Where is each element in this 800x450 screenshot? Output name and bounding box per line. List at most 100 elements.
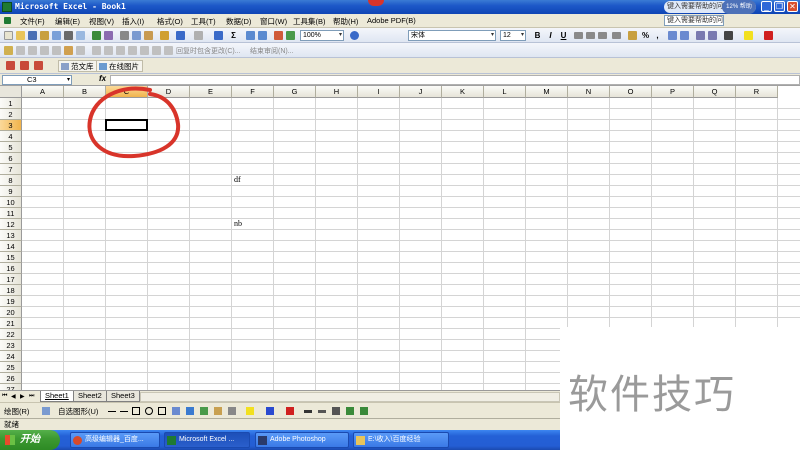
- taskbar-item-excel[interactable]: Microsoft Excel ...: [164, 432, 250, 448]
- paste-icon[interactable]: [144, 31, 153, 40]
- menu-adobe-pdf[interactable]: Adobe PDF(B): [367, 16, 416, 25]
- undo-icon[interactable]: [176, 31, 185, 40]
- menu-file[interactable]: 文件(F): [20, 16, 45, 27]
- menu-tools[interactable]: 工具(T): [191, 16, 216, 27]
- select-objects-icon[interactable]: [42, 407, 50, 415]
- zoom-select[interactable]: 100% ▾: [300, 30, 344, 41]
- reply-with-changes-button[interactable]: 回复时包含更改(C)...: [176, 46, 241, 56]
- bold-button[interactable]: B: [532, 30, 543, 41]
- pdf-email-icon[interactable]: [20, 61, 29, 70]
- merge-center-icon[interactable]: [612, 32, 621, 39]
- online-picture-button[interactable]: 在线图片: [96, 60, 143, 72]
- autosum-icon[interactable]: Σ: [228, 30, 239, 41]
- hyperlink-icon[interactable]: [214, 31, 223, 40]
- horizontal-scrollbar[interactable]: [140, 392, 560, 402]
- start-button[interactable]: 开始: [0, 430, 60, 450]
- taskbar-item-browser[interactable]: 高级编辑器_百度...: [70, 432, 160, 448]
- currency-icon[interactable]: [628, 31, 637, 40]
- name-box[interactable]: C3 ▾: [2, 75, 72, 85]
- line-color-icon[interactable]: [266, 407, 274, 415]
- menu-view[interactable]: 视图(V): [89, 16, 114, 27]
- open-icon[interactable]: [16, 31, 25, 40]
- sort-ascending-icon[interactable]: [246, 31, 255, 40]
- review-icon-8[interactable]: [92, 46, 101, 55]
- restore-button[interactable]: ❐: [774, 1, 785, 12]
- copy-icon[interactable]: [132, 31, 141, 40]
- review-icon-4[interactable]: [40, 46, 49, 55]
- menu-edit[interactable]: 编辑(E): [55, 16, 80, 27]
- comma-button[interactable]: ,: [652, 30, 663, 41]
- review-icon-1[interactable]: [4, 46, 13, 55]
- review-icon-14[interactable]: [164, 46, 173, 55]
- wordart-icon[interactable]: [172, 407, 180, 415]
- help-icon[interactable]: [350, 31, 359, 40]
- minimize-button[interactable]: _: [761, 1, 772, 12]
- fx-icon[interactable]: fx: [99, 74, 106, 83]
- font-select[interactable]: 宋体 ▾: [408, 30, 496, 41]
- diagram-icon[interactable]: [186, 407, 194, 415]
- decrease-indent-icon[interactable]: [696, 31, 705, 40]
- arrow-icon[interactable]: [120, 411, 128, 412]
- font-color-icon[interactable]: [764, 31, 773, 40]
- name-box-dropdown-icon[interactable]: ▾: [67, 76, 70, 84]
- redo-icon[interactable]: [194, 31, 203, 40]
- review-icon-2[interactable]: [16, 46, 25, 55]
- first-sheet-icon[interactable]: ⏮: [2, 393, 7, 400]
- align-right-icon[interactable]: [598, 32, 607, 39]
- increase-decimal-icon[interactable]: [668, 31, 677, 40]
- fill-color-draw-icon[interactable]: [246, 407, 254, 415]
- help-question-input[interactable]: 键入需要帮助的问题: [664, 15, 724, 26]
- font-size-select[interactable]: 12 ▾: [500, 30, 526, 41]
- formula-input[interactable]: [110, 75, 800, 85]
- end-review-button[interactable]: 结束审阅(N)...: [250, 46, 294, 56]
- review-icon-10[interactable]: [116, 46, 125, 55]
- taskbar-item-photoshop[interactable]: Adobe Photoshop: [255, 432, 349, 448]
- rectangle-icon[interactable]: [132, 407, 140, 415]
- increase-indent-icon[interactable]: [708, 31, 717, 40]
- prev-sheet-icon[interactable]: ◀: [11, 393, 16, 400]
- spelling-icon[interactable]: [92, 31, 101, 40]
- chart-wizard-icon[interactable]: [274, 31, 283, 40]
- autoshapes-button[interactable]: 自选图形(U): [58, 406, 98, 417]
- menu-insert[interactable]: 插入(I): [122, 16, 144, 27]
- last-sheet-icon[interactable]: ⏭: [29, 393, 34, 400]
- arrow-style-icon[interactable]: [332, 407, 340, 415]
- review-icon-7[interactable]: [76, 46, 85, 55]
- clipart-icon[interactable]: [200, 407, 208, 415]
- menu-data[interactable]: 数据(D): [226, 16, 251, 27]
- percent-button[interactable]: %: [640, 30, 651, 41]
- dash-style-icon[interactable]: [318, 410, 326, 413]
- line-icon[interactable]: [108, 411, 116, 412]
- draw-menu-button[interactable]: 绘图(R): [4, 406, 29, 417]
- underline-button[interactable]: U: [558, 30, 569, 41]
- review-icon-9[interactable]: [104, 46, 113, 55]
- sheet-tab-sheet2[interactable]: Sheet2: [73, 391, 107, 402]
- menu-format[interactable]: 格式(O): [157, 16, 183, 27]
- sheet-tab-sheet1[interactable]: Sheet1: [40, 391, 74, 402]
- sort-descending-icon[interactable]: [258, 31, 267, 40]
- review-icon-5[interactable]: [52, 46, 61, 55]
- menu-window[interactable]: 窗口(W): [260, 16, 287, 27]
- next-sheet-icon[interactable]: ▶: [20, 393, 25, 400]
- pdf-review-icon[interactable]: [34, 61, 43, 70]
- 3d-style-icon[interactable]: [346, 407, 354, 415]
- pdf-convert-icon[interactable]: [6, 61, 15, 70]
- research-icon[interactable]: [104, 31, 113, 40]
- textbox-icon[interactable]: [158, 407, 166, 415]
- review-icon-3[interactable]: [28, 46, 37, 55]
- sheet-tab-sheet3[interactable]: Sheet3: [106, 391, 140, 402]
- font-color-draw-icon[interactable]: [286, 407, 294, 415]
- close-button[interactable]: ✕: [787, 1, 798, 12]
- format-painter-icon[interactable]: [160, 31, 169, 40]
- cut-icon[interactable]: [120, 31, 129, 40]
- shadow-style-icon[interactable]: [228, 407, 236, 415]
- picture-icon[interactable]: [214, 407, 222, 415]
- review-icon-13[interactable]: [152, 46, 161, 55]
- drawing-icon[interactable]: [286, 31, 295, 40]
- review-icon-6[interactable]: [64, 46, 73, 55]
- align-left-icon[interactable]: [574, 32, 583, 39]
- decrease-decimal-icon[interactable]: [680, 31, 689, 40]
- borders-icon[interactable]: [724, 31, 733, 40]
- print-preview-icon[interactable]: [76, 31, 85, 40]
- line-style-icon[interactable]: [304, 410, 312, 413]
